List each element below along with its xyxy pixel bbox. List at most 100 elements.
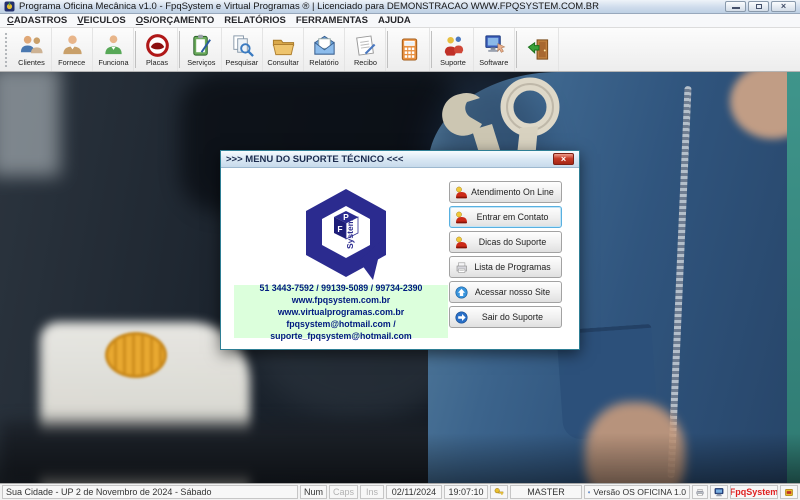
support-menu-dialog: >>> MENU DO SUPORTE TÉCNICO <<< × P F Sy… [220,150,580,350]
toolbar-button-clientes[interactable]: Clientes [11,28,52,71]
dicas-do-suporte-button[interactable]: Dicas do Suporte [449,231,562,253]
support-bell-icon [456,186,467,198]
toolbar-separator [135,31,136,68]
minimize-button-icon[interactable] [725,1,746,12]
window-controls: × [725,1,796,12]
employee-person-icon [104,34,122,54]
status-end-cell [780,485,798,499]
menu-ajuda[interactable]: AJUDA [378,15,411,26]
toolbar-button-placas[interactable]: Placas [137,28,178,71]
dialog-title: >>> MENU DO SUPORTE TÉCNICO <<< [226,153,404,165]
app-window: Programa Oficina Mecânica v1.0 - FpqSyst… [0,0,800,500]
bg-vignette [0,433,800,483]
toolbar-separator [387,31,388,68]
support-bell-icon [456,211,467,223]
toolbar-separator [516,31,517,68]
program-list-icon [456,261,467,273]
restore-button-icon[interactable] [748,1,769,12]
report-envelope-icon [313,35,335,55]
contact-phones: 51 3443-7592 / 99139-5089 / 99734-2390 [259,282,423,293]
app-icon [4,1,15,12]
contact-emails: fpqsystem@hotmail.com / suporte_fpqsyste… [270,318,412,341]
dialog-buttons: Atendimento On Line Entrar em Contato Di… [449,181,562,328]
bg-shadow-floor [0,423,460,483]
menu-ferramentas[interactable]: FERRAMENTAS [296,15,368,26]
entrar-em-contato-button[interactable]: Entrar em Contato [449,206,562,228]
toolbar-button-fornece[interactable]: Fornece [52,28,93,71]
status-num-lock: Num [300,485,327,499]
status-caps-lock: Caps [329,485,358,499]
status-printer-cell[interactable] [692,485,708,499]
menu-os-orcamento[interactable]: OS/ORÇAMENTO [136,15,214,26]
toolbar-button-software[interactable]: Software [474,28,515,71]
toolbar-button-calculadora[interactable] [389,28,430,71]
contact-website-1: www.fpqsystem.com.br [291,294,391,305]
toolbar-button-suporte[interactable]: Suporte [433,28,474,71]
bg-teal-edge [787,72,800,483]
globe-up-arrow-icon [455,285,468,299]
menu-veiculos[interactable]: VEICULOS [77,15,126,26]
monitor-icon [714,487,724,496]
toolbar-button-consultar[interactable]: Consultar [263,28,304,71]
status-user: MASTER [510,485,582,499]
bg-blur-highlight [0,72,60,176]
dialog-close-icon[interactable]: × [553,153,574,165]
toolbar-spacer [559,28,800,71]
toolbar: Clientes Fornece Funciona Placas Serviço… [0,28,800,72]
toolbar-separator [431,31,432,68]
toolbar-button-servicos[interactable]: Serviços [181,28,222,71]
titlebar: Programa Oficina Mecânica v1.0 - FpqSyst… [0,0,800,14]
window-title: Programa Oficina Mecânica v1.0 - FpqSyst… [19,1,599,12]
status-insert: Ins [360,485,384,499]
menubar: CADASTROS VEICULOS OS/ORÇAMENTO RELATÓRI… [0,14,800,28]
support-bell-icon [456,236,467,248]
key-icon [494,487,504,495]
toolbar-button-relatorio[interactable]: Relatório [304,28,345,71]
calculator-icon [401,38,417,61]
exit-door-icon [527,39,548,60]
clients-people-icon [20,35,43,53]
statusbar: Sua Cidade - UP 2 de Novembro de 2024 - … [0,483,800,500]
atendimento-online-button[interactable]: Atendimento On Line [449,181,562,203]
status-brand: FpqSystem [730,485,778,499]
toolbar-grip [4,32,9,67]
acessar-nosso-site-button[interactable]: Acessar nosso Site [449,281,562,303]
dialog-titlebar: >>> MENU DO SUPORTE TÉCNICO <<< × [221,151,579,168]
sair-do-suporte-button[interactable]: Sair do Suporte [449,306,562,328]
support-people-icon [444,36,463,56]
bg-coolant-reservoir [40,322,250,483]
toolbar-button-funciona[interactable]: Funciona [93,28,134,71]
bg-hand [585,402,685,483]
contact-info-panel: 51 3443-7592 / 99139-5089 / 99734-2390 w… [234,282,448,341]
contact-website-2: www.virtualprogramas.com.br [277,306,405,317]
badge-icon [785,488,793,496]
bg-jacket-zipper [667,86,692,478]
printer-icon [696,488,704,496]
fpqsystem-logo: P F System [306,189,386,280]
version-app-icon [588,491,591,493]
bg-yellow-cap [105,332,167,378]
status-user-key-cell [490,485,508,499]
services-clipboard-icon [192,34,211,56]
logo-letter-f: F [337,224,342,234]
status-monitor-cell[interactable] [710,485,728,499]
logo-word-system: System [345,218,355,249]
menu-relatorios[interactable]: RELATÓRIOS [224,15,286,26]
status-version-cell: Versão OS OFICINA 1.0 [584,485,690,499]
status-location-date: Sua Cidade - UP 2 de Novembro de 2024 - … [2,485,298,499]
receipt-note-icon [355,34,375,56]
search-documents-icon [232,34,254,57]
menu-cadastros[interactable]: CADASTROS [7,15,67,26]
toolbar-button-sair[interactable] [518,28,559,71]
toolbar-button-recibo[interactable]: Recibo [345,28,386,71]
consult-folder-icon [272,39,294,55]
exit-right-arrow-icon [455,310,468,324]
main-area: >>> MENU DO SUPORTE TÉCNICO <<< × P F Sy… [0,72,800,483]
lista-de-programas-button[interactable]: Lista de Programas [449,256,562,278]
toolbar-button-pesquisar[interactable]: Pesquisar [222,28,263,71]
status-version: Versão OS OFICINA 1.0 [593,487,686,497]
car-plate-icon [145,33,169,57]
close-button-icon[interactable]: × [771,1,796,12]
status-time: 19:07:10 [444,485,488,499]
toolbar-separator [179,31,180,68]
